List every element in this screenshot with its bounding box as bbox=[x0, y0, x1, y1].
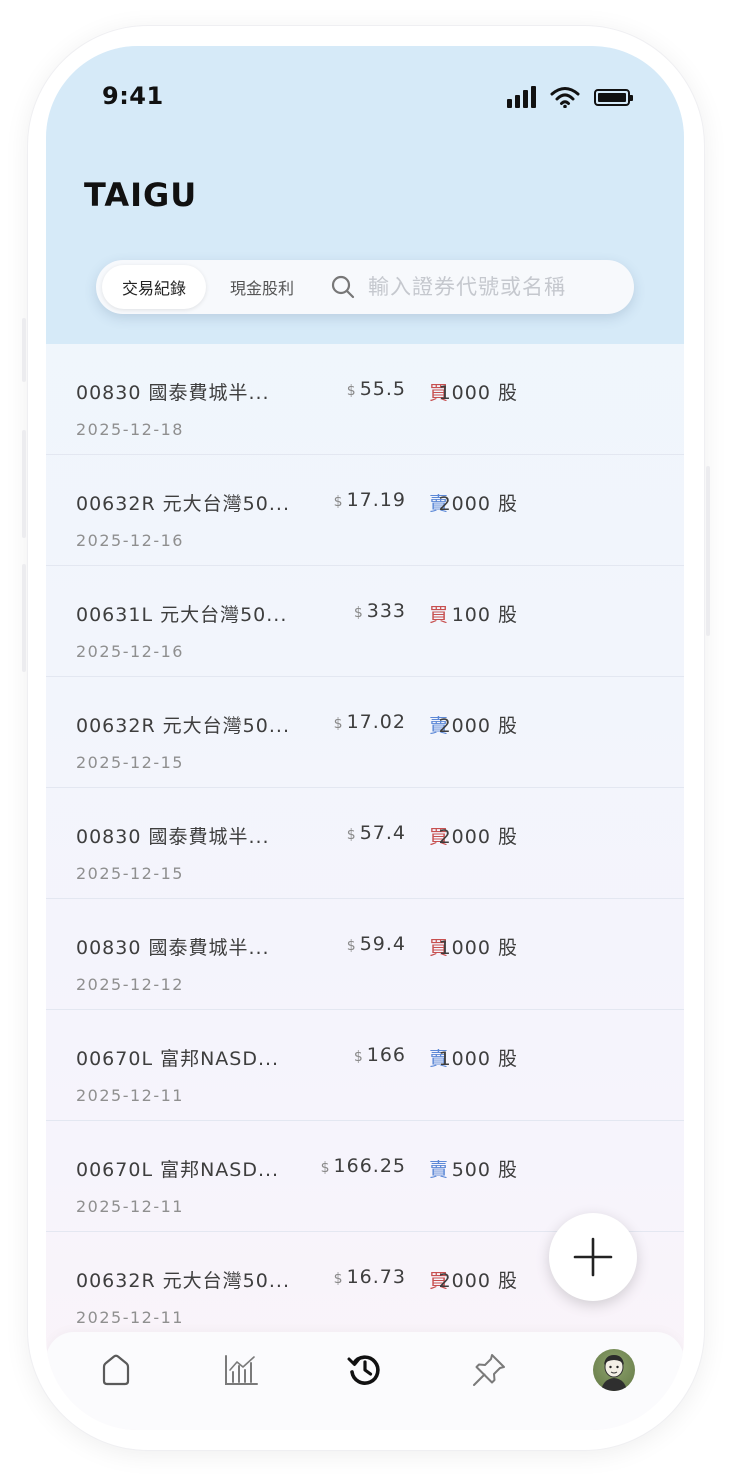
currency-symbol: $ bbox=[353, 1049, 364, 1065]
currency-symbol: $ bbox=[333, 494, 344, 510]
silent-switch bbox=[22, 318, 26, 382]
app-brand-logo: TAIGU bbox=[84, 176, 198, 214]
nav-statistics[interactable] bbox=[209, 1346, 273, 1394]
nav-pinned[interactable] bbox=[457, 1346, 521, 1394]
trade-price: $17.19 bbox=[334, 489, 406, 511]
security-name: 00830 國泰費城半... bbox=[76, 937, 270, 959]
trade-date: 2025-12-11 bbox=[76, 1308, 184, 1327]
trade-quantity: 2000 股 bbox=[438, 826, 518, 848]
trade-side-badge: 賣 bbox=[429, 1159, 449, 1181]
chart-icon bbox=[225, 1355, 258, 1385]
nav-history[interactable] bbox=[333, 1346, 397, 1394]
volume-down-button bbox=[22, 564, 26, 672]
wifi-icon bbox=[550, 87, 580, 108]
bottom-navigation bbox=[46, 1332, 684, 1430]
app-screen: 9:41 TAIGU 交易紀錄 現金股利 輸入證券代號或名稱 00830 國泰費… bbox=[46, 46, 684, 1430]
price-value: 17.02 bbox=[346, 711, 406, 733]
transaction-row[interactable]: 00670L 富邦NASD... 2025-12-11 $166 賣 1000 … bbox=[46, 1010, 684, 1121]
trade-quantity: 1000 股 bbox=[438, 382, 518, 404]
cellular-signal-icon bbox=[507, 86, 536, 108]
tab-transaction-records[interactable]: 交易紀錄 bbox=[102, 265, 206, 309]
trade-price: $57.4 bbox=[347, 822, 406, 844]
tab-cash-dividends[interactable]: 現金股利 bbox=[206, 265, 318, 309]
price-value: 166 bbox=[366, 1044, 406, 1066]
trade-date: 2025-12-16 bbox=[76, 642, 184, 661]
trade-price: $16.73 bbox=[334, 1266, 406, 1288]
battery-icon bbox=[594, 88, 633, 106]
add-transaction-button[interactable] bbox=[549, 1213, 637, 1301]
security-name: 00830 國泰費城半... bbox=[76, 382, 270, 404]
security-name: 00632R 元大台灣50... bbox=[76, 715, 290, 737]
history-icon bbox=[347, 1355, 380, 1385]
trade-side-badge: 買 bbox=[429, 604, 449, 626]
trade-quantity: 2000 股 bbox=[438, 1270, 518, 1292]
power-button bbox=[706, 466, 710, 636]
tab-search-bar: 交易紀錄 現金股利 bbox=[96, 260, 634, 314]
trade-date: 2025-12-11 bbox=[76, 1086, 184, 1105]
trade-date: 2025-12-11 bbox=[76, 1197, 184, 1216]
security-name: 00830 國泰費城半... bbox=[76, 826, 270, 848]
price-value: 16.73 bbox=[346, 1266, 406, 1288]
trade-date: 2025-12-15 bbox=[76, 864, 184, 883]
volume-up-button bbox=[22, 430, 26, 538]
plus-icon bbox=[573, 1237, 613, 1277]
price-value: 17.19 bbox=[346, 489, 406, 511]
security-name: 00670L 富邦NASD... bbox=[76, 1048, 280, 1070]
trade-quantity: 2000 股 bbox=[438, 493, 518, 515]
currency-symbol: $ bbox=[346, 383, 357, 399]
price-value: 59.4 bbox=[359, 933, 406, 955]
currency-symbol: $ bbox=[346, 827, 357, 843]
currency-symbol: $ bbox=[320, 1160, 331, 1176]
price-value: 333 bbox=[366, 600, 406, 622]
avatar-portrait-icon bbox=[601, 1355, 627, 1391]
security-name: 00632R 元大台灣50... bbox=[76, 1270, 290, 1292]
currency-symbol: $ bbox=[333, 716, 344, 732]
search-input[interactable] bbox=[368, 275, 608, 299]
transaction-list: 00830 國泰費城半... 2025-12-18 $55.5 買 1000 股… bbox=[46, 344, 684, 1343]
currency-symbol: $ bbox=[333, 1271, 344, 1287]
trade-price: $17.02 bbox=[334, 711, 406, 733]
pin-icon bbox=[473, 1354, 505, 1386]
status-time: 9:41 bbox=[102, 82, 164, 110]
price-value: 166.25 bbox=[333, 1155, 406, 1177]
trade-price: $166.25 bbox=[321, 1155, 406, 1177]
trade-quantity: 2000 股 bbox=[438, 715, 518, 737]
transaction-row[interactable]: 00631L 元大台灣50... 2025-12-16 $333 買 100 股 bbox=[46, 566, 684, 677]
trade-quantity: 1000 股 bbox=[438, 1048, 518, 1070]
trade-quantity: 1000 股 bbox=[438, 937, 518, 959]
price-value: 57.4 bbox=[359, 822, 406, 844]
currency-symbol: $ bbox=[346, 938, 357, 954]
security-name: 00631L 元大台灣50... bbox=[76, 604, 288, 626]
trade-price: $333 bbox=[354, 600, 406, 622]
trade-quantity: 500 股 bbox=[451, 1159, 518, 1181]
transaction-row[interactable]: 00830 國泰費城半... 2025-12-18 $55.5 買 1000 股 bbox=[46, 344, 684, 455]
trade-quantity: 100 股 bbox=[451, 604, 518, 626]
transaction-row[interactable]: 00830 國泰費城半... 2025-12-15 $57.4 買 2000 股 bbox=[46, 788, 684, 899]
trade-date: 2025-12-15 bbox=[76, 753, 184, 772]
transaction-row[interactable]: 00632R 元大台灣50... 2025-12-15 $17.02 賣 200… bbox=[46, 677, 684, 788]
currency-symbol: $ bbox=[353, 605, 364, 621]
nav-home[interactable] bbox=[84, 1346, 148, 1394]
security-name: 00632R 元大台灣50... bbox=[76, 493, 290, 515]
price-value: 55.5 bbox=[359, 378, 406, 400]
transaction-row[interactable]: 00830 國泰費城半... 2025-12-12 $59.4 買 1000 股 bbox=[46, 899, 684, 1010]
avatar bbox=[593, 1349, 635, 1391]
transaction-row[interactable]: 00632R 元大台灣50... 2025-12-16 $17.19 賣 200… bbox=[46, 455, 684, 566]
status-icons bbox=[507, 84, 633, 110]
trade-price: $59.4 bbox=[347, 933, 406, 955]
trade-date: 2025-12-12 bbox=[76, 975, 184, 994]
trade-price: $55.5 bbox=[347, 378, 406, 400]
app-header: 9:41 TAIGU 交易紀錄 現金股利 bbox=[46, 46, 684, 344]
trade-date: 2025-12-16 bbox=[76, 531, 184, 550]
trade-date: 2025-12-18 bbox=[76, 420, 184, 439]
nav-profile[interactable] bbox=[582, 1346, 646, 1394]
home-icon bbox=[102, 1354, 130, 1386]
search-icon bbox=[330, 274, 356, 300]
security-name: 00670L 富邦NASD... bbox=[76, 1159, 280, 1181]
trade-price: $166 bbox=[354, 1044, 406, 1066]
